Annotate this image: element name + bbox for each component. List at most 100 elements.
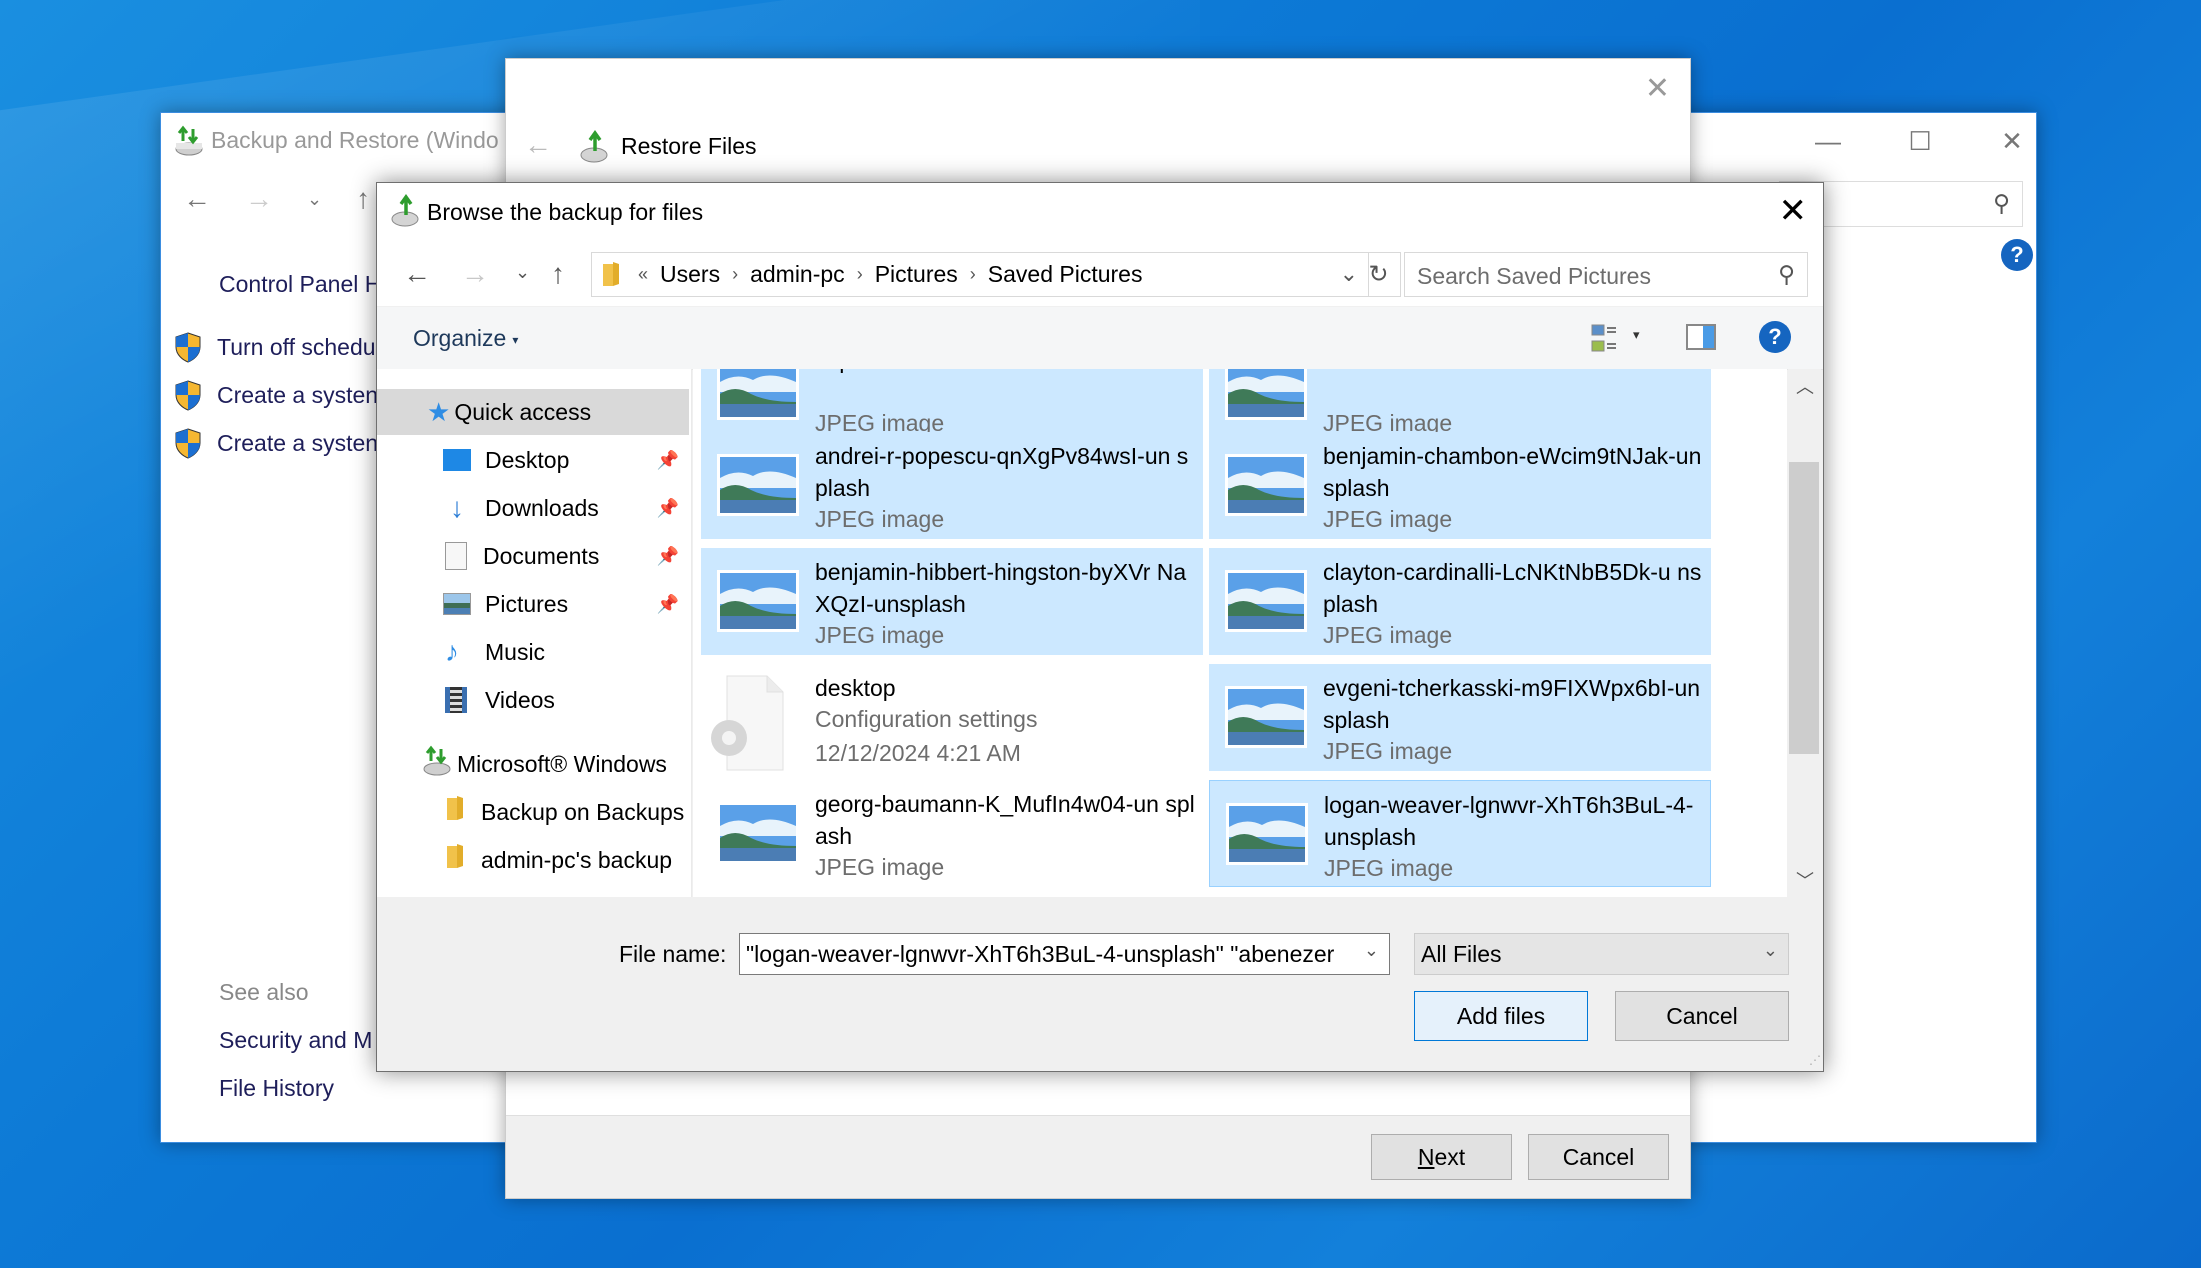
pin-icon[interactable]: 📌 — [657, 546, 679, 567]
control-panel-home-link[interactable]: Control Panel H — [219, 271, 381, 298]
nav-music[interactable]: ♪ Music — [377, 629, 687, 675]
search-icon: ⚲ — [1993, 190, 2010, 216]
file-name-input[interactable]: "logan-weaver-lgnwvr-XhT6h3BuL-4-unsplas… — [739, 933, 1390, 975]
cancel-button[interactable]: Cancel — [1615, 991, 1789, 1041]
nav-label: Microsoft® Windows — [457, 750, 667, 777]
file-name: andrei-r-popescu-qnXgPv84wsI-un splash — [815, 443, 1189, 501]
close-icon[interactable]: ✕ — [1779, 191, 1808, 231]
restore-app-icon — [389, 193, 423, 234]
pin-icon[interactable]: 📌 — [657, 594, 679, 615]
task-link[interactable]: Turn off schedu — [173, 331, 376, 363]
breadcrumb-item[interactable]: Users — [660, 261, 720, 288]
search-icon: ⚲ — [1778, 261, 1795, 287]
scroll-up-icon[interactable]: ︿ — [1796, 373, 1814, 399]
file-item[interactable]: clayton-cardinalli-LcNKtNbB5Dk-u nsplash… — [1209, 548, 1711, 655]
uac-shield-icon — [175, 332, 201, 363]
wizard-footer — [506, 1115, 1690, 1198]
nav-quick-access[interactable]: ★ Quick access — [377, 389, 689, 435]
file-type: JPEG image — [1323, 506, 1453, 532]
file-name: clayton-cardinalli-LcNKtNbB5Dk-u nsplash — [1323, 559, 1702, 617]
chevron-right-icon[interactable]: › — [970, 264, 976, 285]
backup-app-icon — [173, 125, 205, 162]
minimize-button[interactable]: — — [1782, 113, 1874, 169]
nav-videos[interactable]: Videos — [377, 677, 687, 723]
search-placeholder: Search Saved Pictures — [1417, 263, 1651, 289]
search-input[interactable]: Search Saved Pictures ⚲ — [1404, 252, 1808, 297]
file-name: benjamin-hibbert-hingston-byXVr NaXQzI-u… — [815, 559, 1187, 617]
pin-icon[interactable]: 📌 — [657, 498, 679, 519]
view-options-icon[interactable] — [1591, 323, 1621, 360]
window-title: Backup and Restore (Windo — [211, 127, 499, 153]
breadcrumb-overflow[interactable]: « — [638, 264, 648, 285]
chevron-down-icon[interactable]: ⌄ — [1357, 940, 1379, 961]
recent-locations-chevron-icon[interactable]: ⌄ — [515, 262, 530, 283]
file-item[interactable]: evgeni-tcherkasski-m9FIXWpx6bI-unsplash J… — [1209, 664, 1711, 771]
back-arrow-icon[interactable]: ← — [403, 258, 431, 290]
up-arrow-icon[interactable]: ↑ — [356, 183, 370, 215]
scrollbar-thumb[interactable] — [1789, 461, 1819, 754]
address-bar[interactable]: « Users › admin-pc › Pictures › Saved Pi… — [591, 252, 1369, 297]
nav-documents[interactable]: Documents 📌 — [377, 533, 687, 579]
config-file-icon — [707, 674, 789, 774]
recent-locations-chevron-icon[interactable]: ⌄ — [307, 189, 322, 210]
nav-label: Music — [485, 638, 546, 665]
scroll-down-icon[interactable]: ﹀ — [1796, 867, 1814, 893]
nav-label: Quick access — [454, 398, 592, 425]
task-link[interactable]: Create a systen — [173, 427, 378, 459]
file-item[interactable]: benjamin-chambon-eWcim9tNJak-unsplash JPE… — [1209, 432, 1711, 539]
nav-backup-root[interactable]: Microsoft® Windows — [377, 741, 687, 787]
see-also-heading: See also — [219, 979, 309, 1005]
forward-arrow-icon[interactable]: → — [461, 258, 489, 290]
file-item[interactable]: georg-baumann-K_MufIn4w04-un splash JPEG … — [701, 780, 1203, 887]
organize-button[interactable]: Organize ▾ — [413, 325, 518, 352]
file-type: JPEG image — [815, 622, 945, 648]
nav-downloads[interactable]: ↓ Downloads 📌 — [377, 485, 687, 531]
add-files-button[interactable]: Add files — [1414, 991, 1588, 1041]
security-maintenance-link[interactable]: Security and M — [219, 1027, 372, 1054]
breadcrumb-item[interactable]: Saved Pictures — [988, 261, 1143, 288]
file-type: JPEG image — [1323, 622, 1453, 648]
chevron-right-icon[interactable]: › — [857, 264, 863, 285]
back-arrow-icon[interactable]: ← — [524, 129, 552, 161]
view-dropdown-caret-icon[interactable]: ▾ — [1633, 327, 1640, 343]
file-item[interactable]: benjamin-hibbert-hingston-byXVr NaXQzI-u… — [701, 548, 1203, 655]
cancel-button[interactable]: Cancel — [1528, 1134, 1669, 1180]
image-thumbnail-icon — [717, 570, 799, 632]
file-type: JPEG image — [1324, 855, 1454, 881]
nav-label: Documents — [483, 542, 600, 569]
breadcrumb-item[interactable]: Pictures — [875, 261, 958, 288]
dialog-title: Browse the backup for files — [427, 199, 704, 225]
nav-label: admin-pc's backup — [481, 846, 673, 873]
preview-pane-icon[interactable] — [1686, 324, 1716, 355]
videos-icon — [445, 687, 467, 713]
nav-backup-on-backups[interactable]: Backup on Backups — [377, 789, 687, 835]
forward-arrow-icon[interactable]: → — [245, 183, 273, 215]
file-item[interactable]: desktop Configuration settings 12/12/2024 … — [701, 664, 1203, 771]
help-icon[interactable]: ? — [2001, 239, 2033, 271]
back-arrow-icon[interactable]: ← — [183, 183, 211, 215]
vertical-scrollbar[interactable]: ︿ ﹀ — [1788, 369, 1821, 897]
maximize-button[interactable]: ☐ — [1874, 113, 1966, 169]
file-type-value: All Files — [1421, 941, 1502, 967]
file-item[interactable]: andrei-r-popescu-qnXgPv84wsI-un splash JP… — [701, 432, 1203, 539]
help-icon[interactable]: ? — [1759, 321, 1791, 353]
up-arrow-icon[interactable]: ↑ — [551, 258, 565, 290]
resize-grip-icon[interactable]: ⋰ — [1809, 1053, 1821, 1067]
address-dropdown-chevron-icon[interactable]: ⌄ — [1340, 261, 1358, 287]
nav-pictures[interactable]: Pictures 📌 — [377, 581, 687, 627]
nav-desktop[interactable]: Desktop 📌 — [377, 437, 687, 483]
file-item[interactable]: logan-weaver-lgnwvr-XhT6h3BuL-4-unsplash… — [1209, 780, 1711, 887]
dialog-bottom-panel: File name: "logan-weaver-lgnwvr-XhT6h3Bu… — [377, 897, 1823, 1071]
task-link[interactable]: Create a systen — [173, 379, 378, 411]
close-button[interactable]: ✕ — [1966, 113, 2058, 169]
breadcrumb-item[interactable]: admin-pc — [750, 261, 845, 288]
close-icon[interactable]: ✕ — [1645, 71, 1670, 106]
file-list: nsplashJPEG imagelashJPEG imageandrei-r-… — [693, 369, 1787, 897]
refresh-icon[interactable]: ↻ — [1357, 252, 1401, 297]
next-button[interactable]: Next — [1371, 1134, 1512, 1180]
file-history-link[interactable]: File History — [219, 1075, 334, 1102]
file-type-select[interactable]: All Files ⌄ — [1414, 933, 1789, 975]
chevron-right-icon[interactable]: › — [732, 264, 738, 285]
pin-icon[interactable]: 📌 — [657, 450, 679, 471]
nav-admin-pc-backup[interactable]: admin-pc's backup — [377, 837, 687, 883]
